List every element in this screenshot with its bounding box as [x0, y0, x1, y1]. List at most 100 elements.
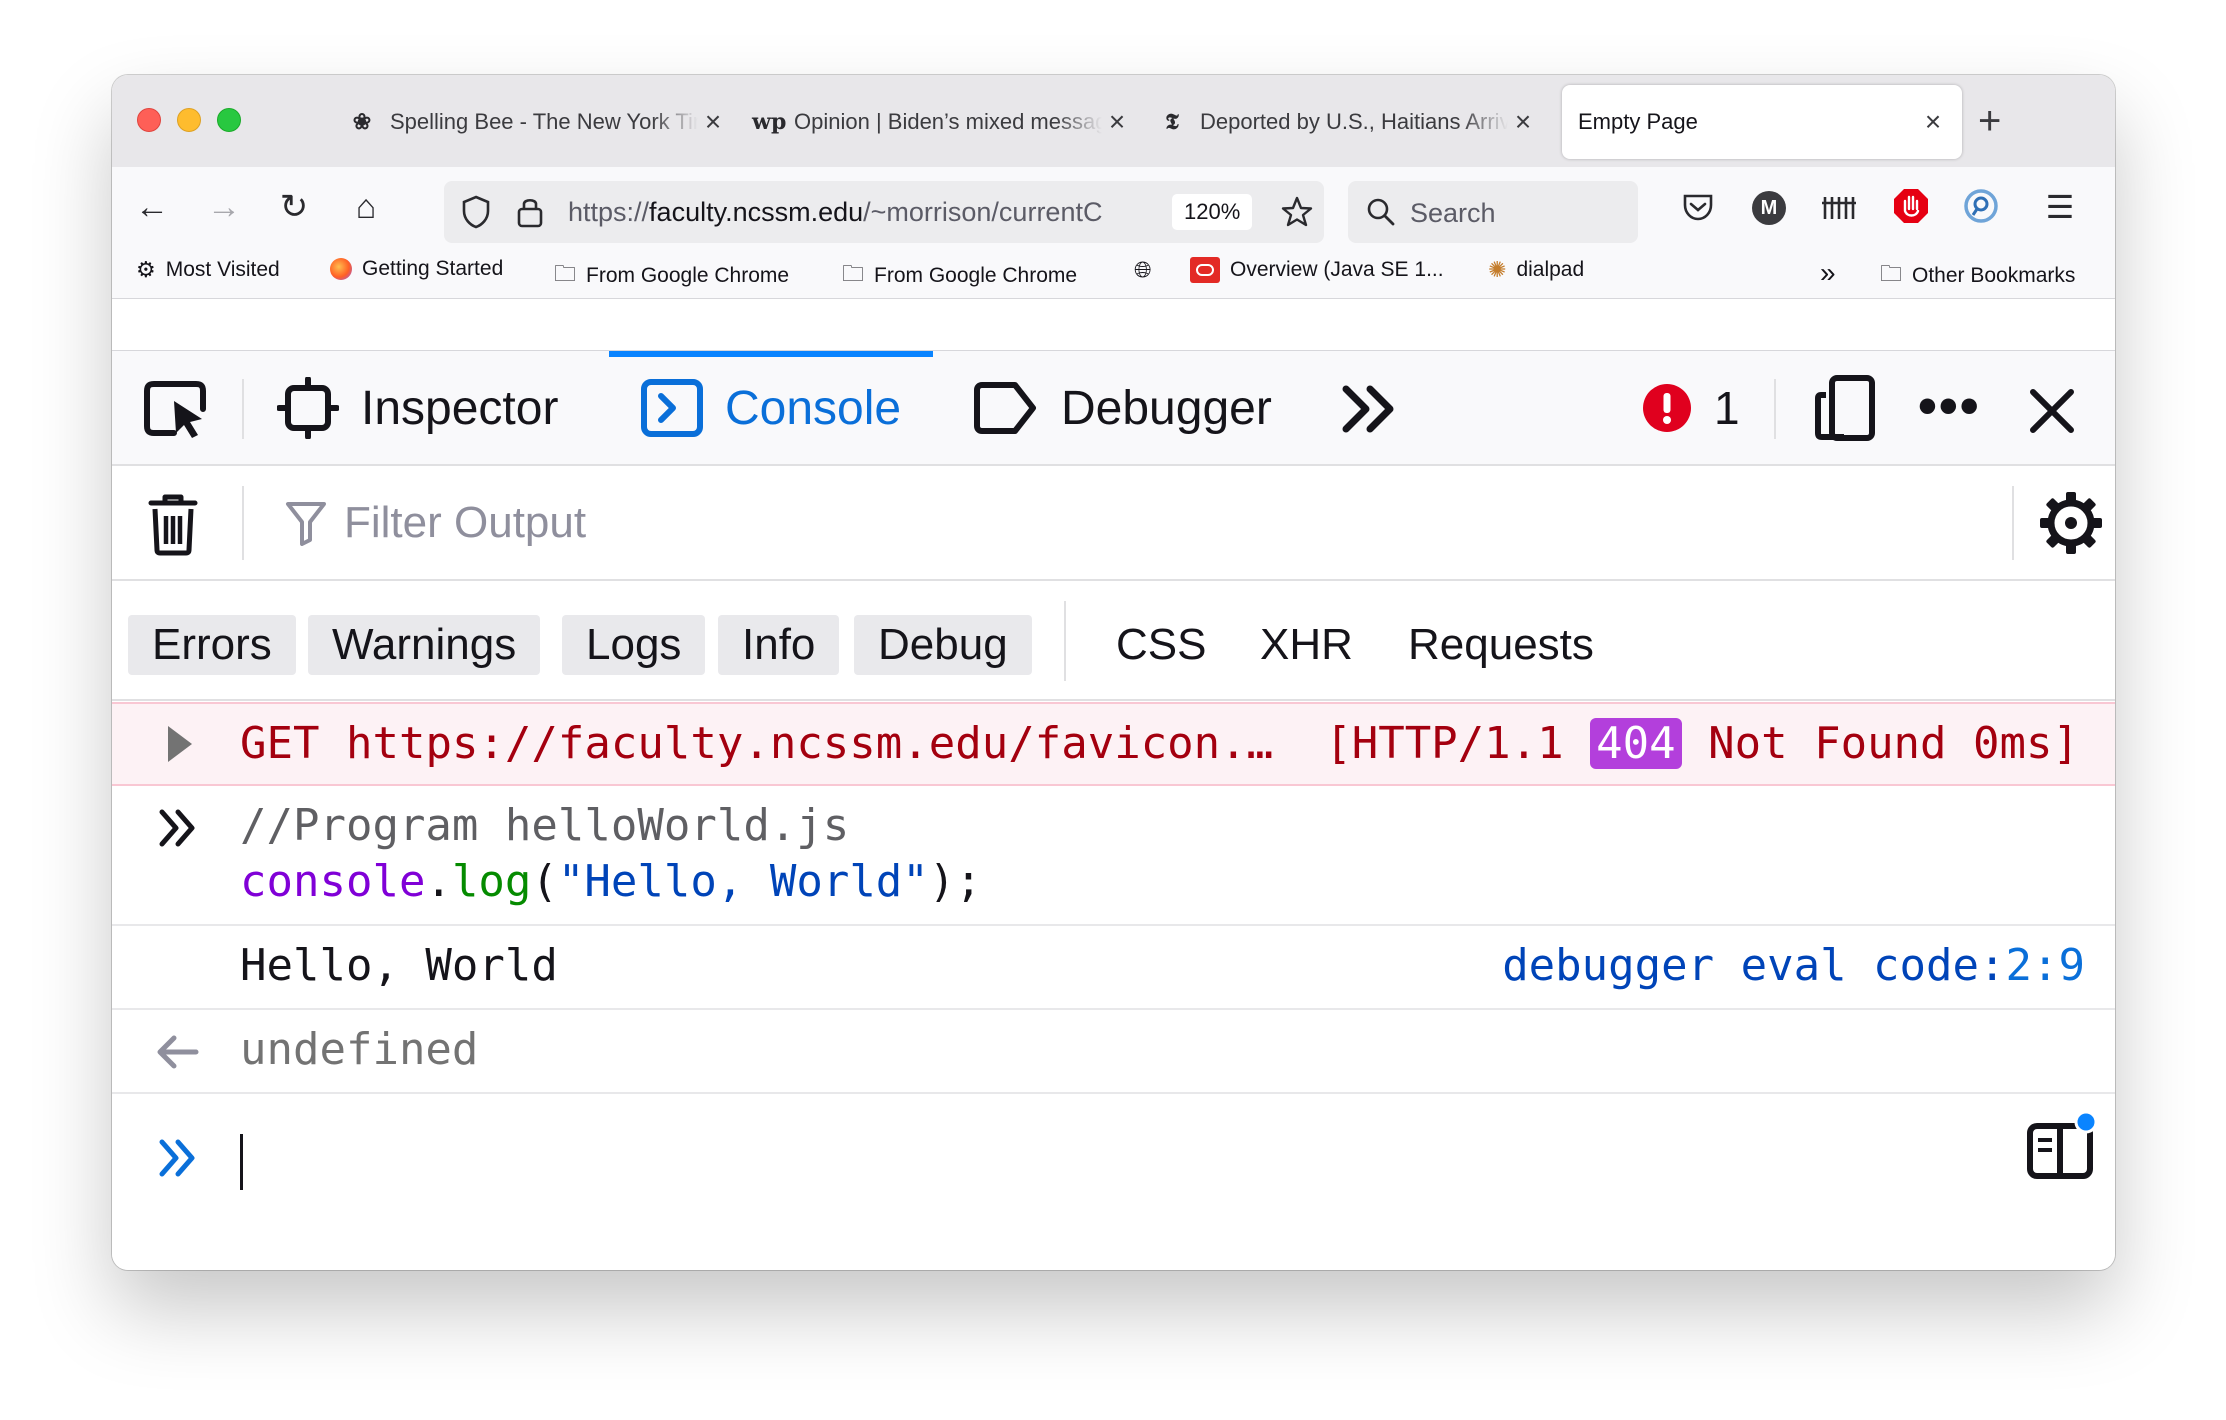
log-source-location[interactable]: debugger eval code:2:9	[1502, 940, 2085, 991]
editor-mode-toggle-icon[interactable]	[2024, 1108, 2100, 1184]
tab-console-label: Console	[725, 381, 902, 435]
tab-inspector[interactable]: Inspector	[277, 351, 558, 465]
log-location-position: 2:9	[2005, 940, 2085, 991]
toolbar-separator	[2012, 486, 2014, 560]
filter-logs-button[interactable]: Logs	[562, 615, 706, 675]
search-placeholder: Search	[1410, 198, 1496, 228]
responsive-design-icon[interactable]	[1814, 375, 1876, 441]
tab-console[interactable]: Console	[608, 351, 934, 465]
error-status-text-label: Not Found 0ms]	[1708, 718, 2079, 769]
filter-xhr-button[interactable]: XHR	[1260, 615, 1353, 675]
search-bar[interactable]: Search	[1348, 181, 1638, 243]
error-status-text: [HTTP/1.1 404 Not Found 0ms]	[1325, 718, 2079, 769]
code-dot: .	[425, 856, 452, 907]
console-error-message[interactable]: GET https://faculty.ncssm.edu/favicon.… …	[112, 702, 2115, 786]
result-value: undefined	[240, 1024, 479, 1075]
tab-title: Spelling Bee - The New York Times	[390, 109, 698, 134]
library-icon[interactable]	[1820, 189, 1858, 225]
filter-requests-button[interactable]: Requests	[1408, 615, 1594, 675]
globe-icon: 🌐︎	[1134, 257, 1152, 282]
extension-icon[interactable]	[1962, 187, 2000, 225]
tab-bar: ❀ Spelling Bee - The New York Times × wp…	[112, 75, 2115, 167]
reload-icon[interactable]: ↻	[272, 185, 316, 229]
devtools-toolbar: Inspector Console Debugger 1 •••	[112, 350, 2115, 466]
error-protocol: [HTTP/1.1	[1325, 718, 1564, 769]
folder-icon: 🗀	[842, 261, 865, 286]
bookmark-getting-started[interactable]: Getting Started	[330, 257, 503, 281]
bookmark-most-visited[interactable]: ⚙ Most Visited	[136, 257, 280, 283]
close-window-button[interactable]	[137, 108, 161, 132]
bookmark-folder-chrome-1[interactable]: 🗀 From Google Chrome	[554, 257, 789, 295]
zoom-window-button[interactable]	[217, 108, 241, 132]
filter-errors-button[interactable]: Errors	[128, 615, 296, 675]
tab-debugger[interactable]: Debugger	[973, 351, 1272, 465]
bookmarks-overflow-chevron-icon[interactable]: »	[1820, 257, 1836, 289]
expand-arrow-icon[interactable]	[164, 724, 194, 764]
stop-hand-icon[interactable]	[1892, 187, 1930, 225]
filter-debug-button[interactable]: Debug	[854, 615, 1032, 675]
toolbar-separator	[242, 379, 244, 439]
bookmark-label: dialpad	[1516, 258, 1585, 281]
trash-icon[interactable]	[148, 492, 198, 556]
log-output-text: Hello, World	[240, 940, 558, 991]
console-input-prompt[interactable]	[112, 1094, 2115, 1270]
input-chevron-icon	[159, 809, 195, 847]
gear-icon: ⚙	[136, 257, 156, 282]
tab-spelling-bee[interactable]: ❀ Spelling Bee - The New York Times ×	[348, 85, 728, 159]
tab-title: Opinion | Biden’s mixed messages	[794, 109, 1102, 134]
filter-funnel-icon	[286, 502, 326, 546]
element-picker-icon[interactable]	[142, 379, 208, 441]
code-function: log	[451, 856, 532, 907]
code-comment: //Program helloWorld.js	[240, 800, 850, 851]
result-arrow-icon	[157, 1035, 199, 1069]
code-object: console	[240, 856, 426, 907]
error-count-indicator[interactable]: 1	[1642, 381, 1740, 435]
bookmark-label: Getting Started	[362, 257, 504, 280]
close-icon[interactable]: ×	[1918, 106, 1948, 138]
url-bar[interactable]: https://faculty.ncssm.edu/~morrison/curr…	[444, 181, 1324, 243]
filter-output-input[interactable]: Filter Output	[344, 498, 586, 548]
menu-icon[interactable]: ☰	[2038, 185, 2082, 229]
settings-gear-icon[interactable]	[2038, 490, 2104, 556]
console-icon	[641, 379, 703, 437]
close-icon[interactable]: ×	[1508, 106, 1538, 138]
filter-css-button[interactable]: CSS	[1116, 615, 1206, 675]
more-tabs-chevron-icon[interactable]	[1340, 383, 1400, 435]
bookmark-star-icon[interactable]	[1280, 195, 1314, 229]
zoom-level-badge[interactable]: 120%	[1172, 194, 1253, 230]
shield-icon[interactable]	[460, 195, 492, 229]
filter-warnings-button[interactable]: Warnings	[308, 615, 541, 675]
error-method: GET	[240, 718, 320, 769]
back-icon[interactable]: ←	[130, 185, 174, 229]
forward-icon[interactable]: →	[202, 185, 246, 229]
log-level-filter-bar: Errors Warnings Logs Info Debug CSS XHR …	[112, 581, 2115, 701]
account-avatar-icon[interactable]: M	[1752, 191, 1786, 225]
bookmark-folder-chrome-2[interactable]: 🗀 From Google Chrome	[842, 257, 1077, 295]
prompt-chevron-icon	[159, 1139, 195, 1177]
toolbar-separator	[242, 486, 244, 560]
bookmark-other-bookmarks[interactable]: 🗀 Other Bookmarks	[1880, 257, 2075, 295]
lock-icon[interactable]	[516, 195, 544, 229]
close-icon[interactable]: ×	[1102, 106, 1132, 138]
minimize-window-button[interactable]	[177, 108, 201, 132]
nyt-icon: 𝕿	[1165, 109, 1179, 135]
filter-info-button[interactable]: Info	[718, 615, 840, 675]
url-text[interactable]: https://faculty.ncssm.edu/~morrison/curr…	[568, 197, 1158, 228]
error-request-text: GET https://faculty.ncssm.edu/favicon.…	[240, 718, 1273, 769]
bookmark-globe[interactable]: 🌐︎	[1134, 257, 1162, 283]
more-options-icon[interactable]: •••	[1918, 375, 1981, 437]
error-url[interactable]: https://faculty.ncssm.edu/favicon.…	[346, 718, 1273, 769]
bookmark-dialpad[interactable]: ✺ dialpad	[1488, 257, 1584, 283]
home-icon[interactable]: ⌂	[344, 185, 388, 229]
bookmark-java-overview[interactable]: Overview (Java SE 1...	[1190, 257, 1444, 283]
tab-empty-page[interactable]: Empty Page ×	[1562, 85, 1962, 159]
bookmark-label: Most Visited	[165, 258, 280, 281]
close-icon[interactable]: ×	[698, 106, 728, 138]
navigation-toolbar: ← → ↻ ⌂ https://faculty.ncssm.edu/~morri…	[112, 167, 2115, 247]
close-devtools-icon[interactable]	[2028, 387, 2076, 435]
tab-opinion[interactable]: wp Opinion | Biden’s mixed messages ×	[752, 85, 1132, 159]
pocket-icon[interactable]	[1680, 189, 1716, 225]
new-tab-button[interactable]: +	[1978, 97, 2001, 145]
code-paren-close: );	[928, 856, 982, 907]
tab-deported[interactable]: 𝕿 Deported by U.S., Haitians Arrive ×	[1158, 85, 1538, 159]
